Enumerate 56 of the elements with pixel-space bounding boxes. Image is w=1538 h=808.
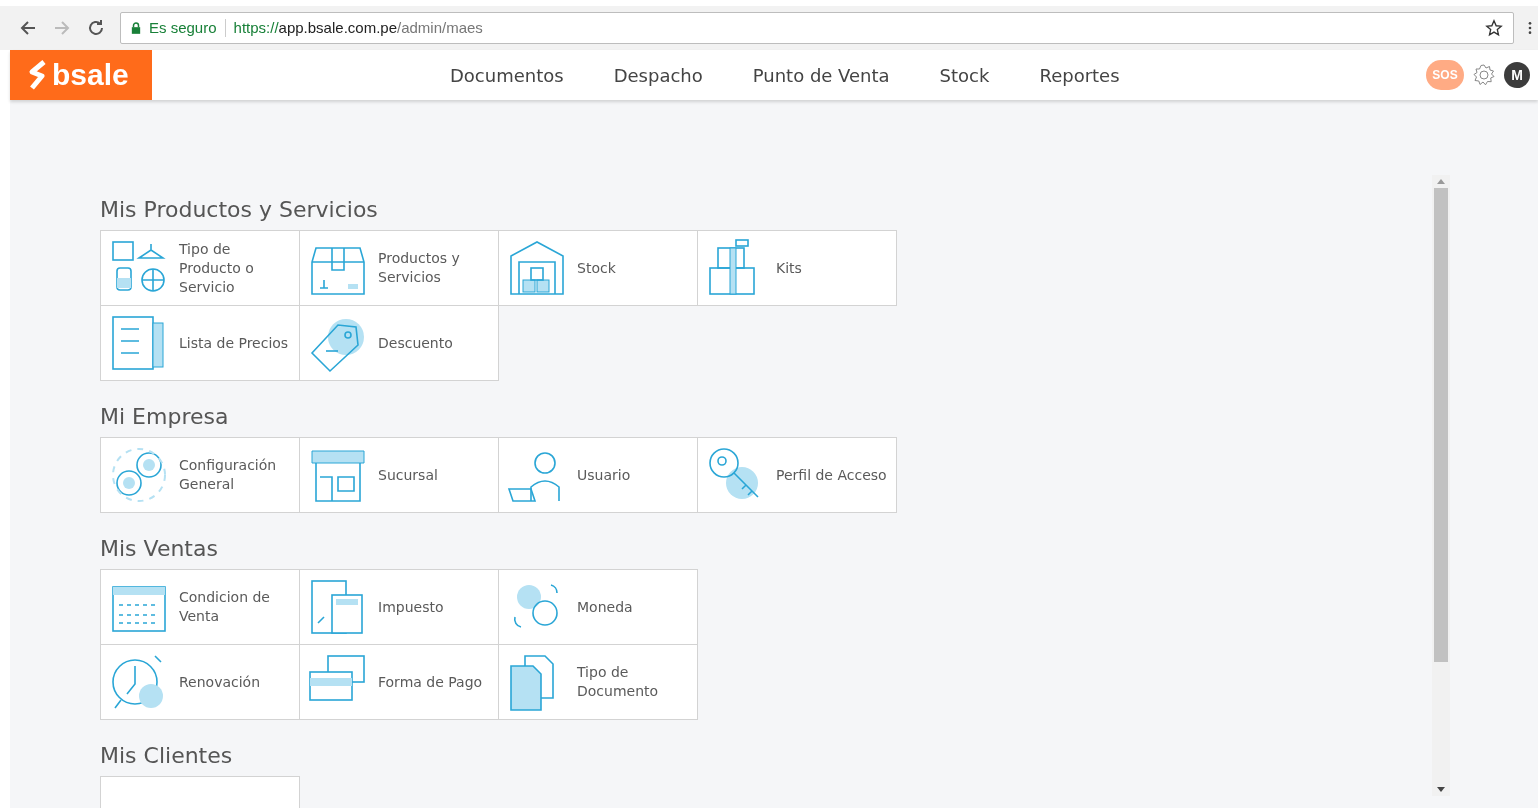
tile-label: Sucursal xyxy=(378,465,438,485)
warehouse-icon xyxy=(507,238,567,298)
menu-tile[interactable]: Perfil de Acceso xyxy=(697,437,897,513)
menu-icon[interactable] xyxy=(1528,19,1532,37)
url-text: https://app.bsale.com.pe/admin/maes xyxy=(233,17,483,38)
nav-link[interactable]: Reportes xyxy=(1039,61,1120,89)
tile-label: Usuario xyxy=(577,465,631,485)
menu-tile[interactable]: Kits xyxy=(697,230,897,306)
section-title: Mi Empresa xyxy=(100,403,230,431)
tile-label: Tipo de Documento xyxy=(577,663,660,701)
section-title: Mis Clientes xyxy=(100,742,234,770)
tile-label: Renovación xyxy=(179,672,261,692)
menu-tile[interactable]: Configuración General xyxy=(100,437,300,513)
tile-label: Impuesto xyxy=(378,597,444,617)
tile-label: Lista de Precios xyxy=(179,333,289,353)
tile-label: Kits xyxy=(776,258,802,278)
section-title: Mis Productos y Servicios xyxy=(100,196,379,224)
lock-icon xyxy=(131,22,141,34)
settings-icon[interactable] xyxy=(1472,63,1496,87)
nav-link[interactable]: Punto de Venta xyxy=(752,61,890,89)
security-label: Es seguro xyxy=(149,17,217,38)
menu-tile[interactable]: Forma de Pago xyxy=(299,644,499,720)
menu-tile[interactable]: Tipo de Documento xyxy=(498,644,698,720)
section-title: Mis Ventas xyxy=(100,535,219,563)
scroll-down-icon[interactable] xyxy=(1437,787,1445,792)
menu-tile[interactable]: Sucursal xyxy=(299,437,499,513)
menu-tile[interactable]: Productos y Servicios xyxy=(299,230,499,306)
scrollbar[interactable] xyxy=(1432,175,1450,796)
tile-label: Moneda xyxy=(577,597,633,617)
nav-link[interactable]: Documentos xyxy=(450,61,564,89)
tile-label: Forma de Pago xyxy=(378,672,483,692)
menu-tile[interactable]: Tipo de Producto o Servicio xyxy=(100,230,300,306)
tile-label: Configuración General xyxy=(179,456,278,494)
menu-tile[interactable]: Descuento xyxy=(299,305,499,381)
menu-tile[interactable]: Stock xyxy=(498,230,698,306)
tile-label: Perfil de Acceso xyxy=(776,465,887,485)
nav-link[interactable]: Stock xyxy=(939,61,990,89)
star-icon[interactable] xyxy=(1485,19,1503,37)
nav-link[interactable]: Despacho xyxy=(613,61,703,89)
menu-tile[interactable]: Lista de Precios xyxy=(100,305,300,381)
scroll-up-icon[interactable] xyxy=(1437,179,1445,184)
menu-tile[interactable]: Renovación xyxy=(100,644,300,720)
menu-tile[interactable]: Usuario xyxy=(498,437,698,513)
reload-icon[interactable] xyxy=(86,18,106,38)
menu-tile[interactable]: Moneda xyxy=(498,569,698,645)
user-avatar[interactable]: M xyxy=(1504,62,1530,88)
menu-tile[interactable]: Impuesto xyxy=(299,569,499,645)
tile-label: Stock xyxy=(577,258,616,278)
logo-mark-icon xyxy=(28,60,48,90)
tile-label: Descuento xyxy=(378,333,453,353)
tile-label: Productos y Servicios xyxy=(378,249,461,287)
menu-tile[interactable]: Condicion de Venta xyxy=(100,569,300,645)
tile-label: Condicion de Venta xyxy=(179,588,271,626)
scroll-thumb[interactable] xyxy=(1434,188,1448,662)
address-bar[interactable]: Es seguro https://app.bsale.com.pe/admin/maes xyxy=(120,12,1514,44)
tile-label: Tipo de Producto o Servicio xyxy=(179,239,255,297)
